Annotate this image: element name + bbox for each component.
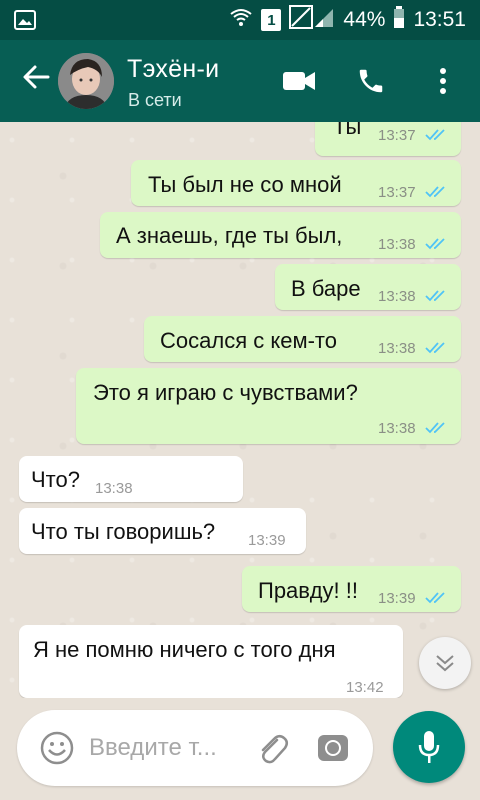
message-text: Что?	[31, 467, 80, 492]
read-ticks-icon	[425, 342, 445, 354]
battery-icon	[393, 6, 405, 34]
message-text: Я не помню ничего с того дня	[33, 637, 336, 662]
contact-avatar[interactable]	[58, 53, 114, 109]
contact-name[interactable]: Тэхён-и	[127, 55, 219, 84]
gallery-notification-icon	[14, 10, 36, 30]
message-time: 13:38	[378, 236, 416, 253]
microphone-icon	[418, 731, 440, 763]
message-text: В баре	[291, 276, 361, 301]
chat-area[interactable]: Ты 13:37 Ты был не со мной 13:37 А знаеш…	[0, 122, 480, 698]
read-ticks-icon	[425, 592, 445, 604]
message-bubble[interactable]: Сосался с кем-то 13:38	[144, 316, 461, 362]
message-bubble[interactable]: Ты 13:37	[315, 122, 461, 156]
message-text: Ты был не со мной	[148, 172, 342, 197]
message-time: 13:38	[378, 340, 416, 357]
message-time: 13:42	[346, 679, 384, 696]
message-bubble[interactable]: В баре 13:38	[275, 264, 461, 310]
contact-status: В сети	[128, 90, 182, 110]
message-time: 13:38	[95, 480, 133, 497]
clock: 13:51	[413, 8, 466, 31]
composer-bar	[0, 698, 480, 800]
message-time: 13:38	[378, 288, 416, 305]
message-input-container	[17, 710, 373, 786]
phone-call-icon[interactable]	[350, 60, 392, 102]
message-bubble[interactable]: Правду! !! 13:39	[242, 566, 461, 612]
message-time: 13:39	[378, 590, 416, 607]
message-time: 13:37	[378, 184, 416, 201]
voice-record-button[interactable]	[393, 711, 465, 783]
read-ticks-icon	[425, 238, 445, 250]
read-ticks-icon	[425, 129, 445, 141]
back-arrow-icon[interactable]	[20, 61, 60, 101]
double-chevron-down-icon	[436, 655, 454, 672]
message-text: Что ты говоришь?	[31, 519, 216, 544]
scroll-to-bottom-button[interactable]	[419, 637, 471, 689]
message-text: Правду! !!	[258, 578, 359, 603]
message-text: Это я играю с чувствами?	[93, 380, 358, 405]
attach-icon[interactable]	[255, 730, 289, 766]
message-time: 13:39	[248, 532, 286, 549]
read-ticks-icon	[425, 290, 445, 302]
camera-icon[interactable]	[315, 730, 351, 766]
emoji-icon[interactable]	[39, 730, 75, 766]
status-bar: 1 44% 13:51	[0, 0, 480, 40]
wifi-icon	[229, 7, 253, 33]
message-input[interactable]	[89, 730, 249, 766]
message-time: 13:38	[378, 420, 416, 437]
message-text: Ты	[333, 122, 362, 139]
more-options-icon[interactable]	[422, 60, 464, 102]
sim-badge-label: 1	[267, 11, 276, 29]
message-text: Сосался с кем-то	[160, 328, 337, 353]
video-call-icon[interactable]	[278, 60, 320, 102]
signal-icon	[289, 5, 335, 35]
message-time: 13:37	[378, 127, 416, 144]
read-ticks-icon	[425, 422, 445, 434]
message-bubble[interactable]: Ты был не со мной 13:37	[131, 160, 461, 206]
message-bubble[interactable]: Я не помню ничего с того дня 13:42	[19, 625, 403, 698]
message-bubble[interactable]: Что ты говоришь? 13:39	[19, 508, 306, 554]
read-ticks-icon	[425, 186, 445, 198]
chat-header: Тэхён-и В сети	[0, 40, 480, 122]
message-bubble[interactable]: Что? 13:38	[19, 456, 243, 502]
message-text: А знаешь, где ты был,	[116, 223, 343, 248]
message-bubble[interactable]: А знаешь, где ты был, 13:38	[100, 212, 461, 258]
sim-badge-icon: 1	[261, 9, 282, 31]
battery-percent: 44%	[343, 8, 386, 31]
message-bubble[interactable]: Это я играю с чувствами? 13:38	[76, 368, 461, 444]
